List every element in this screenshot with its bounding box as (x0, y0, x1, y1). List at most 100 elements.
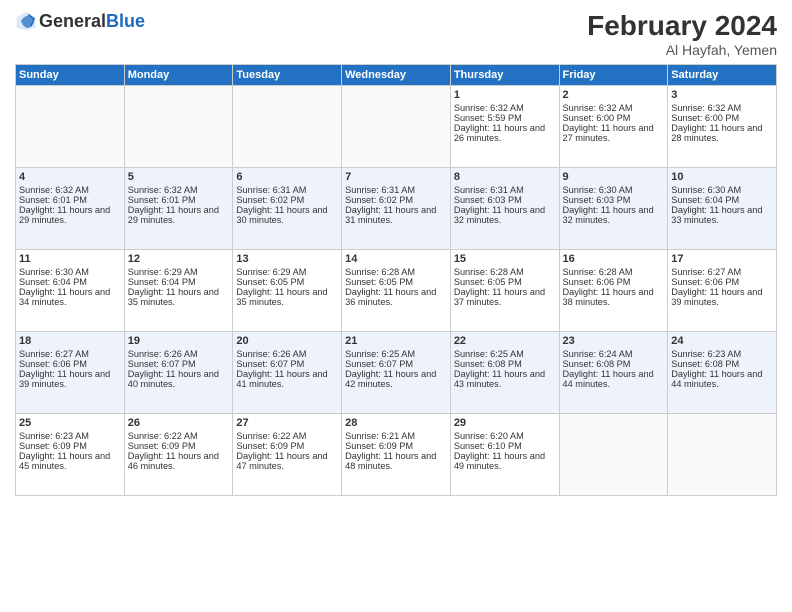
cell-w4-d3: 21Sunrise: 6:25 AMSunset: 6:07 PMDayligh… (342, 332, 451, 414)
cell-w5-d4: 29Sunrise: 6:20 AMSunset: 6:10 PMDayligh… (450, 414, 559, 496)
cell-w5-d0: 25 Sunrise: 6:23 AMSunset: 6:09 PMDayligh… (16, 414, 125, 496)
cell-w1-d1 (124, 86, 233, 168)
sunrise-text: Sunrise: 6:28 AM (454, 267, 556, 277)
day-number: 17 (671, 253, 773, 265)
day-number: 11 (19, 253, 121, 265)
daylight-text: Daylight: 11 hours and 32 minutes. (454, 205, 556, 225)
sunset-text: Sunset: 6:05 PM (236, 277, 338, 287)
sunset-text: Sunset: 6:09 PM (19, 441, 121, 451)
daylight-text: Daylight: 11 hours and 44 minutes. (671, 369, 773, 389)
cell-w3-d4: 15Sunrise: 6:28 AMSunset: 6:05 PMDayligh… (450, 250, 559, 332)
sunrise-text: Sunrise: 6:25 AM (345, 349, 447, 359)
daylight-text: Daylight: 11 hours and 39 minutes. (671, 287, 773, 307)
sunset-text: Sunset: 6:08 PM (454, 359, 556, 369)
col-tuesday: Tuesday (233, 65, 342, 86)
col-friday: Friday (559, 65, 668, 86)
sunset-text: Sunset: 6:07 PM (345, 359, 447, 369)
cell-w2-d5: 9Sunrise: 6:30 AMSunset: 6:03 PMDaylight… (559, 168, 668, 250)
sub-title: Al Hayfah, Yemen (587, 42, 777, 58)
sunrise-text: Sunrise: 6:23 AM (19, 431, 121, 441)
title-block: February 2024 Al Hayfah, Yemen (587, 10, 777, 58)
sunset-text: Sunset: 6:03 PM (563, 195, 665, 205)
daylight-text: Daylight: 11 hours and 41 minutes. (236, 369, 338, 389)
daylight-text: Daylight: 11 hours and 45 minutes. (19, 451, 121, 471)
sunrise-text: Sunrise: 6:32 AM (671, 103, 773, 113)
sunrise-text: Sunrise: 6:22 AM (236, 431, 338, 441)
daylight-text: Daylight: 11 hours and 36 minutes. (345, 287, 447, 307)
col-thursday: Thursday (450, 65, 559, 86)
cell-w4-d1: 19Sunrise: 6:26 AMSunset: 6:07 PMDayligh… (124, 332, 233, 414)
day-number: 6 (236, 171, 338, 183)
cell-w5-d6 (668, 414, 777, 496)
cell-w4-d5: 23Sunrise: 6:24 AMSunset: 6:08 PMDayligh… (559, 332, 668, 414)
cell-w3-d5: 16 Sunrise: 6:28 AMSunset: 6:06 PMDayligh… (559, 250, 668, 332)
sunset-text: Sunset: 6:10 PM (454, 441, 556, 451)
logo-icon (15, 10, 37, 32)
sunset-text: Sunset: 6:08 PM (671, 359, 773, 369)
daylight-text: Daylight: 11 hours and 32 minutes. (563, 205, 665, 225)
cell-w1-d3 (342, 86, 451, 168)
cell-w5-d3: 28Sunrise: 6:21 AMSunset: 6:09 PMDayligh… (342, 414, 451, 496)
sunset-text: Sunset: 6:07 PM (128, 359, 230, 369)
daylight-text: Daylight: 11 hours and 33 minutes. (671, 205, 773, 225)
day-number: 10 (671, 171, 773, 183)
cell-w3-d0: 11Sunrise: 6:30 AMSunset: 6:04 PMDayligh… (16, 250, 125, 332)
daylight-text: Daylight: 11 hours and 49 minutes. (454, 451, 556, 471)
day-number: 16 (563, 253, 665, 265)
sunrise-text: Sunrise: 6:31 AM (454, 185, 556, 195)
sunrise-text: Sunrise: 6:30 AM (671, 185, 773, 195)
sunrise-text: Sunrise: 6:31 AM (236, 185, 338, 195)
daylight-text: Daylight: 11 hours and 43 minutes. (454, 369, 556, 389)
sunset-text: Sunset: 6:02 PM (236, 195, 338, 205)
day-number: 3 (671, 89, 773, 101)
sunrise-text: Sunrise: 6:30 AM (563, 185, 665, 195)
daylight-text: Daylight: 11 hours and 39 minutes. (19, 369, 121, 389)
cell-w5-d5 (559, 414, 668, 496)
day-number: 7 (345, 171, 447, 183)
cell-w1-d0 (16, 86, 125, 168)
sunset-text: Sunset: 6:08 PM (563, 359, 665, 369)
sunset-text: Sunset: 5:59 PM (454, 113, 556, 123)
day-number: 2 (563, 89, 665, 101)
daylight-text: Daylight: 11 hours and 29 minutes. (19, 205, 121, 225)
week-row-2: 4Sunrise: 6:32 AMSunset: 6:01 PMDaylight… (16, 168, 777, 250)
sunrise-text: Sunrise: 6:32 AM (19, 185, 121, 195)
day-number: 25 (19, 417, 121, 429)
daylight-text: Daylight: 11 hours and 35 minutes. (128, 287, 230, 307)
sunset-text: Sunset: 6:04 PM (671, 195, 773, 205)
sunrise-text: Sunrise: 6:32 AM (128, 185, 230, 195)
daylight-text: Daylight: 11 hours and 31 minutes. (345, 205, 447, 225)
sunrise-text: Sunrise: 6:26 AM (128, 349, 230, 359)
daylight-text: Daylight: 11 hours and 42 minutes. (345, 369, 447, 389)
cell-w2-d2: 6Sunrise: 6:31 AMSunset: 6:02 PMDaylight… (233, 168, 342, 250)
header-row: Sunday Monday Tuesday Wednesday Thursday… (16, 65, 777, 86)
sunrise-text: Sunrise: 6:26 AM (236, 349, 338, 359)
cell-w4-d4: 22Sunrise: 6:25 AMSunset: 6:08 PMDayligh… (450, 332, 559, 414)
cell-w2-d3: 7Sunrise: 6:31 AMSunset: 6:02 PMDaylight… (342, 168, 451, 250)
logo: GeneralBlue (15, 10, 145, 32)
daylight-text: Daylight: 11 hours and 35 minutes. (236, 287, 338, 307)
col-wednesday: Wednesday (342, 65, 451, 86)
daylight-text: Daylight: 11 hours and 47 minutes. (236, 451, 338, 471)
sunrise-text: Sunrise: 6:28 AM (563, 267, 665, 277)
sunset-text: Sunset: 6:03 PM (454, 195, 556, 205)
day-number: 29 (454, 417, 556, 429)
day-number: 18 (19, 335, 121, 347)
daylight-text: Daylight: 11 hours and 44 minutes. (563, 369, 665, 389)
cell-w2-d0: 4Sunrise: 6:32 AMSunset: 6:01 PMDaylight… (16, 168, 125, 250)
cell-w2-d4: 8Sunrise: 6:31 AMSunset: 6:03 PMDaylight… (450, 168, 559, 250)
sunset-text: Sunset: 6:06 PM (671, 277, 773, 287)
daylight-text: Daylight: 11 hours and 40 minutes. (128, 369, 230, 389)
sunrise-text: Sunrise: 6:27 AM (19, 349, 121, 359)
sunrise-text: Sunrise: 6:24 AM (563, 349, 665, 359)
sunset-text: Sunset: 6:05 PM (454, 277, 556, 287)
sunset-text: Sunset: 6:06 PM (563, 277, 665, 287)
logo-text: GeneralBlue (39, 11, 145, 32)
sunrise-text: Sunrise: 6:29 AM (236, 267, 338, 277)
cell-w4-d2: 20Sunrise: 6:26 AMSunset: 6:07 PMDayligh… (233, 332, 342, 414)
daylight-text: Daylight: 11 hours and 29 minutes. (128, 205, 230, 225)
sunset-text: Sunset: 6:04 PM (128, 277, 230, 287)
cell-w3-d2: 13Sunrise: 6:29 AMSunset: 6:05 PMDayligh… (233, 250, 342, 332)
logo-general: General (39, 11, 106, 31)
daylight-text: Daylight: 11 hours and 38 minutes. (563, 287, 665, 307)
